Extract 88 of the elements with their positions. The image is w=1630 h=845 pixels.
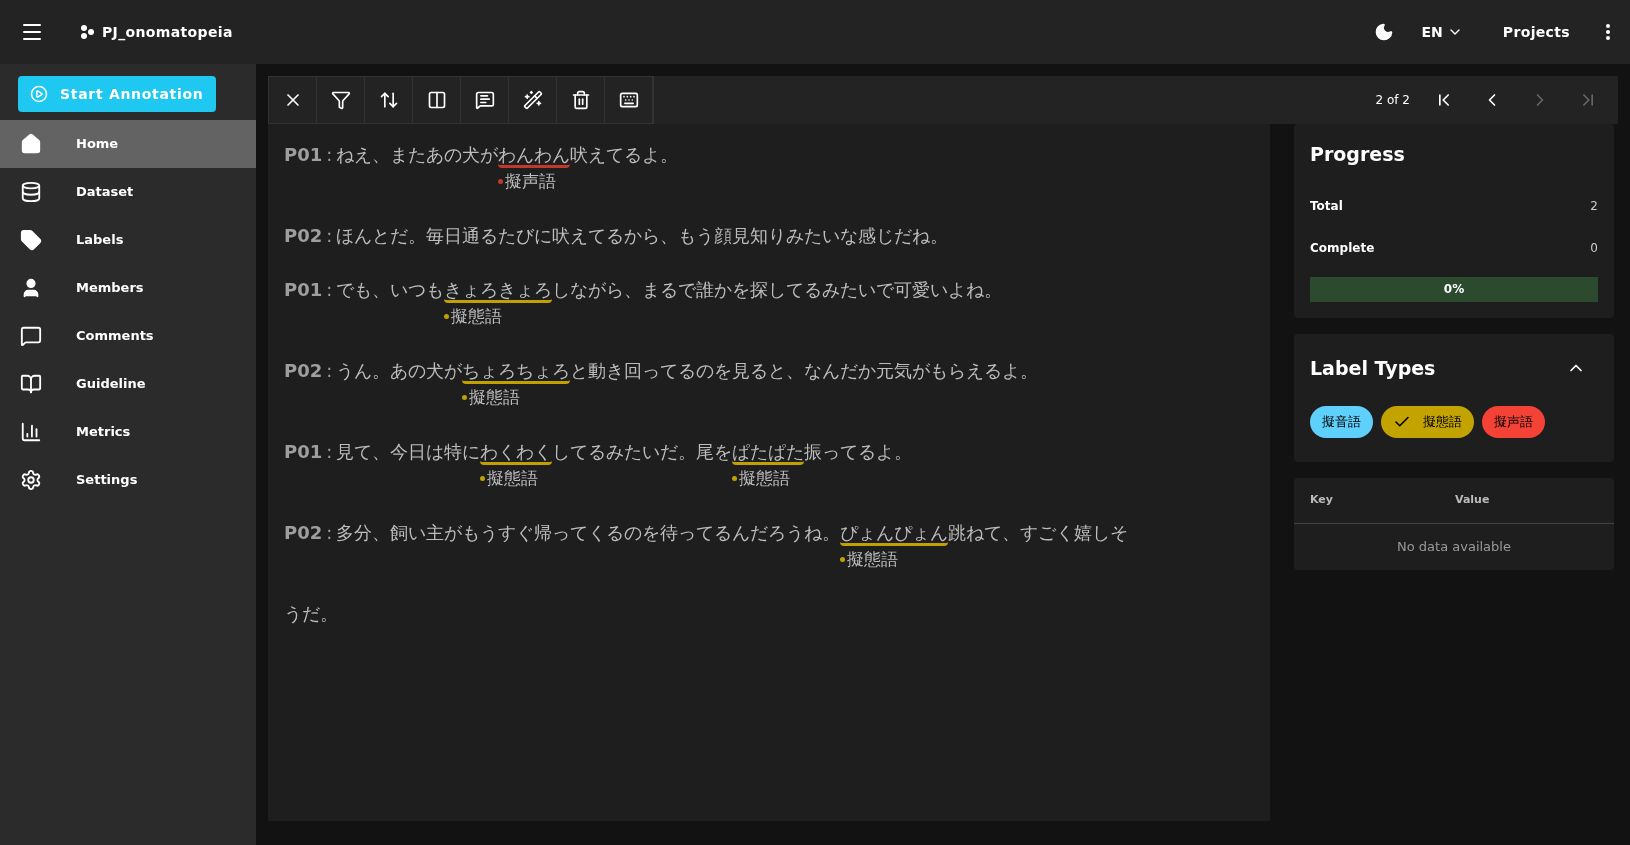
speaker-label: P02 [284, 225, 323, 246]
trash-icon [570, 90, 591, 110]
utterance-text: 吠えてるよ。 [570, 144, 679, 165]
speaker-label: P01 [284, 144, 323, 165]
comment-icon [20, 325, 42, 347]
language-button[interactable]: EN [1421, 21, 1463, 43]
card-title: Label Types [1310, 355, 1436, 381]
card-title: Progress [1310, 142, 1406, 167]
colon: : [326, 522, 333, 543]
page-indicator: 2 of 2 [1375, 92, 1410, 109]
stat-value: 0 [1590, 239, 1598, 257]
annotated-span[interactable]: ぱたぱた [732, 441, 805, 465]
utterance-text: してるみたいだ。尾を [552, 441, 733, 462]
settings-icon [20, 469, 42, 491]
nav-label: Dataset [76, 183, 134, 202]
label-chip[interactable]: 擬音語 [1310, 406, 1373, 438]
speaker-label: P01 [284, 441, 323, 462]
nav-label: Members [76, 279, 144, 298]
colon: : [326, 441, 333, 462]
nav-item[interactable]: Settings [0, 456, 256, 504]
projects-link[interactable]: Projects [1502, 21, 1570, 43]
filter-icon [330, 90, 351, 110]
label-chip[interactable]: 擬態語 [1381, 406, 1474, 438]
column-header: Value [1455, 492, 1490, 509]
nav-item[interactable]: Members [0, 264, 256, 312]
annotation-label[interactable]: 擬声語 [505, 170, 557, 192]
empty-message: No data available [1397, 538, 1511, 557]
database-icon [20, 181, 42, 203]
colon: : [326, 360, 333, 381]
utterance-text: 跳ねて、すごく嬉しそ [948, 522, 1129, 543]
comment-icon [474, 90, 495, 110]
columns-icon [426, 90, 447, 110]
annotation-label[interactable]: 擬態語 [451, 305, 503, 327]
speaker-label: P01 [284, 279, 323, 300]
utterance-text: でも、いつも [336, 279, 445, 300]
project-title[interactable]: PJ_onomatopeia [102, 21, 233, 43]
nav-label: Settings [76, 471, 138, 490]
stat-label: Complete [1310, 239, 1375, 257]
stat-label: Total [1310, 197, 1343, 215]
nav-item[interactable]: Dataset [0, 168, 256, 216]
utterance-text: 見て、今日は特に [336, 441, 481, 462]
moon-icon [1373, 22, 1394, 42]
more-icon [1606, 24, 1610, 40]
magic-wand-icon [522, 90, 543, 110]
tag-icon [20, 229, 42, 251]
utterance-text: と動き回ってるのを見ると、なんだか元気がもらえるよ。 [570, 360, 1039, 381]
column-header: Key [1310, 492, 1334, 509]
speaker-label: P02 [284, 360, 323, 381]
utterance-text: ねえ、またあの犬が [336, 144, 499, 165]
utterance-text: しながら、まるで誰かを探してるみたいで可愛いよね。 [552, 279, 1003, 300]
annotated-span[interactable]: わんわん [498, 144, 571, 168]
utterance-text: ほんとだ。毎日通るたびに吠えてるから、もう顔見知りみたいな感じだね。 [336, 225, 949, 246]
nav-item[interactable]: Guideline [0, 360, 256, 408]
annotated-span[interactable]: きょろきょろ [444, 279, 553, 303]
annotated-span[interactable]: ちょろちょろ [462, 360, 571, 384]
nav-label: Labels [76, 231, 124, 250]
utterance-text: うだ。 [284, 603, 338, 624]
home-icon [20, 133, 42, 155]
speaker-label: P02 [284, 522, 323, 543]
bar-chart-icon [20, 421, 42, 443]
utterance-text: 多分、飼い主がもうすぐ帰ってくるのを待ってるんだろうね。 [336, 522, 841, 543]
colon: : [326, 144, 333, 165]
colon: : [326, 225, 333, 246]
sort-icon [378, 90, 399, 110]
label-chip[interactable]: 擬声語 [1482, 406, 1545, 438]
nav-label: Comments [76, 327, 154, 346]
annotation-label[interactable]: 擬態語 [739, 467, 791, 489]
nav-label: Home [76, 135, 119, 154]
book-icon [20, 373, 42, 395]
annotated-span[interactable]: わくわく [480, 441, 553, 465]
utterance-text: うん。あの犬が [336, 360, 463, 381]
utterance-text: 振ってるよ。 [804, 441, 913, 462]
molecule-logo-icon [80, 25, 94, 39]
nav-item[interactable]: Metrics [0, 408, 256, 456]
stat-value: 2 [1590, 197, 1598, 215]
colon: : [326, 279, 333, 300]
nav-label: Metrics [76, 423, 131, 442]
annotation-label[interactable]: 擬態語 [469, 386, 521, 408]
annotation-label[interactable]: 擬態語 [847, 548, 899, 570]
progress-text: 0% [1443, 281, 1465, 298]
nav-item[interactable]: Home [0, 120, 256, 168]
play-icon [30, 85, 48, 103]
keyboard-icon [618, 90, 639, 110]
annotated-span[interactable]: ぴょんぴょん [840, 522, 949, 546]
nav-item[interactable]: Comments [0, 312, 256, 360]
nav-label: Guideline [76, 375, 146, 394]
nav-item[interactable]: Labels [0, 216, 256, 264]
annotation-label[interactable]: 擬態語 [487, 467, 539, 489]
